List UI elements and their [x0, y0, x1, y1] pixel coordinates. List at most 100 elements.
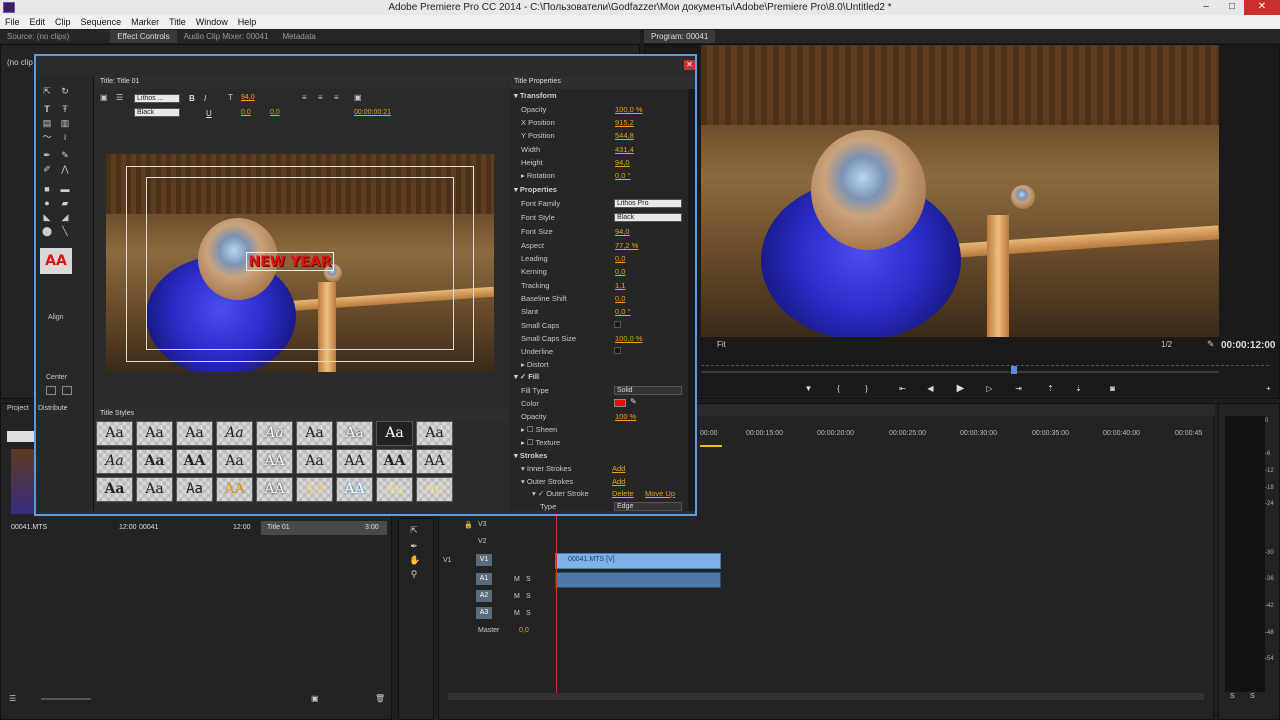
- style-swatch[interactable]: Aa: [216, 449, 253, 474]
- kerning-value[interactable]: 0,0: [241, 109, 251, 116]
- program-scrub-bar[interactable]: [701, 371, 1219, 373]
- eyedropper-icon[interactable]: ✎: [630, 397, 637, 406]
- step-forward-button[interactable]: ▷: [983, 384, 996, 394]
- strokes-section[interactable]: ▾ Strokes: [514, 451, 547, 460]
- menu-sequence[interactable]: Sequence: [76, 15, 127, 29]
- vertical-area-type-icon[interactable]: ▥: [60, 118, 70, 128]
- track-a3-label[interactable]: A3: [476, 607, 492, 619]
- style-swatch[interactable]: Aa: [256, 421, 293, 446]
- style-swatch[interactable]: Aa: [416, 477, 453, 502]
- rotation-value[interactable]: 0,0 °: [615, 171, 631, 180]
- style-swatch[interactable]: AA: [256, 477, 293, 502]
- style-swatch[interactable]: AA: [336, 449, 373, 474]
- title-text-new-year[interactable]: NEW YEAR: [246, 252, 334, 271]
- opacity-value[interactable]: 100,0 %: [615, 105, 643, 114]
- underline-checkbox[interactable]: [614, 347, 621, 354]
- title-selection-tool-icon[interactable]: ⇱: [42, 86, 52, 96]
- timeline-clip-v1[interactable]: 00041.MTS [V]: [555, 553, 721, 569]
- style-swatch[interactable]: Aa: [376, 421, 413, 446]
- add-inner-stroke-link[interactable]: Add: [612, 464, 625, 473]
- fill-section[interactable]: ▾ ✓ Fill: [514, 372, 539, 381]
- title-rotation-tool-icon[interactable]: ↻: [60, 86, 70, 96]
- convert-anchor-icon[interactable]: ⋀: [60, 164, 70, 174]
- list-view-icon[interactable]: ☰: [9, 694, 16, 703]
- style-swatch[interactable]: AA: [256, 449, 293, 474]
- camera-icon[interactable]: ◙: [1106, 384, 1119, 394]
- meter-solo-right[interactable]: S: [1250, 693, 1255, 700]
- style-swatch[interactable]: Aa: [416, 421, 453, 446]
- track-a1-label[interactable]: A1: [476, 573, 492, 585]
- overwrite-icon[interactable]: ⇣: [1072, 384, 1085, 394]
- rotation-label[interactable]: ▸ Rotation: [521, 171, 555, 180]
- tab-source[interactable]: Source: (no clips): [0, 30, 76, 43]
- leading-field[interactable]: 0,0: [615, 254, 625, 263]
- style-swatch[interactable]: Aa: [176, 421, 213, 446]
- font-style-dropdown[interactable]: Black: [134, 108, 180, 117]
- small-caps-size-value[interactable]: 100,0 %: [615, 334, 643, 343]
- add-button-icon[interactable]: +: [1262, 384, 1275, 394]
- style-swatch[interactable]: Aa: [376, 477, 413, 502]
- menu-clip[interactable]: Clip: [50, 15, 76, 29]
- add-marker-button[interactable]: ▼: [802, 384, 815, 394]
- kerning-field[interactable]: 0,0: [615, 267, 625, 276]
- lock-icon[interactable]: 🔒: [464, 521, 473, 529]
- style-swatch[interactable]: AA: [216, 477, 253, 502]
- fit-dropdown[interactable]: Fit: [717, 340, 726, 349]
- timeline-scrollbar[interactable]: [448, 693, 1204, 700]
- ellipse-outline-icon[interactable]: ⬤: [42, 226, 52, 236]
- style-swatch[interactable]: Aa: [136, 449, 173, 474]
- mute-a2[interactable]: M: [514, 593, 520, 600]
- project-search-input[interactable]: [7, 431, 35, 442]
- style-swatch[interactable]: AA: [176, 449, 213, 474]
- stroke-type-select[interactable]: Edge: [614, 502, 682, 511]
- font-size-value[interactable]: 94,0: [241, 94, 255, 101]
- tracking-value[interactable]: 1,1: [615, 281, 625, 290]
- timeline-clip-a1[interactable]: [555, 572, 721, 588]
- close-button[interactable]: ✕: [1244, 0, 1280, 15]
- project-item2-name[interactable]: 00041: [139, 524, 158, 531]
- meter-solo-left[interactable]: S: [1230, 693, 1235, 700]
- title-properties-scrollbar[interactable]: [688, 89, 695, 511]
- inner-strokes-section[interactable]: ▾ Inner Strokes: [521, 464, 571, 473]
- source-patch-v1[interactable]: V1: [443, 557, 452, 564]
- add-outer-stroke-link[interactable]: Add: [612, 477, 625, 486]
- timeline-playhead[interactable]: [556, 516, 557, 696]
- resolution-dropdown[interactable]: 1/2: [1161, 340, 1172, 349]
- menu-window[interactable]: Window: [191, 15, 233, 29]
- project-thumbnail[interactable]: [11, 449, 35, 514]
- solo-a2[interactable]: S: [526, 593, 531, 600]
- type-tool-icon[interactable]: T: [42, 104, 52, 114]
- tab-audio-clip-mixer[interactable]: Audio Clip Mixer: 00041: [177, 30, 276, 43]
- small-caps-checkbox[interactable]: [614, 321, 621, 328]
- leading-value[interactable]: 0,0: [270, 109, 280, 116]
- bold-button[interactable]: B: [189, 94, 195, 103]
- fill-opacity-value[interactable]: 100 %: [615, 412, 636, 421]
- style-swatch[interactable]: Aa: [336, 421, 373, 446]
- mute-a3[interactable]: M: [514, 610, 520, 617]
- font-family-select[interactable]: Lithos Pro: [614, 199, 682, 208]
- pen-tool-icon[interactable]: ✒: [409, 541, 419, 551]
- baseline-shift-value[interactable]: 0,0: [615, 294, 625, 303]
- title-window-close-button[interactable]: ✕: [684, 60, 695, 70]
- minimize-button[interactable]: –: [1192, 0, 1220, 15]
- program-time-ruler[interactable]: [701, 365, 1269, 369]
- move-up-stroke-link[interactable]: Move Up: [645, 489, 675, 498]
- step-back-button[interactable]: ◀: [924, 384, 937, 394]
- vertical-type-tool-icon[interactable]: Ŧ: [60, 104, 70, 114]
- tab-title-styles[interactable]: Title Styles: [100, 410, 134, 417]
- outer-stroke-item[interactable]: ▾ ✓ Outer Stroke: [532, 489, 589, 498]
- new-title-icon[interactable]: ▣: [100, 93, 108, 102]
- properties-section[interactable]: ▾ Properties: [514, 185, 557, 194]
- fill-color-swatch[interactable]: [614, 399, 626, 407]
- path-type-tool-icon[interactable]: 〜: [42, 132, 52, 142]
- project-item-name[interactable]: 00041.MTS: [11, 524, 47, 531]
- width-value[interactable]: 431,4: [615, 145, 634, 154]
- align-center-icon[interactable]: ≡: [318, 93, 323, 102]
- project-item3-name[interactable]: Title 01: [267, 524, 290, 531]
- hand-tool-icon[interactable]: ✋: [409, 555, 420, 565]
- y-position-value[interactable]: 544,8: [615, 131, 634, 140]
- distort-section[interactable]: ▸ Distort: [521, 360, 549, 369]
- style-swatch[interactable]: AA: [376, 449, 413, 474]
- style-swatch[interactable]: Aa: [136, 421, 173, 446]
- trash-icon[interactable]: 🗑: [375, 694, 385, 703]
